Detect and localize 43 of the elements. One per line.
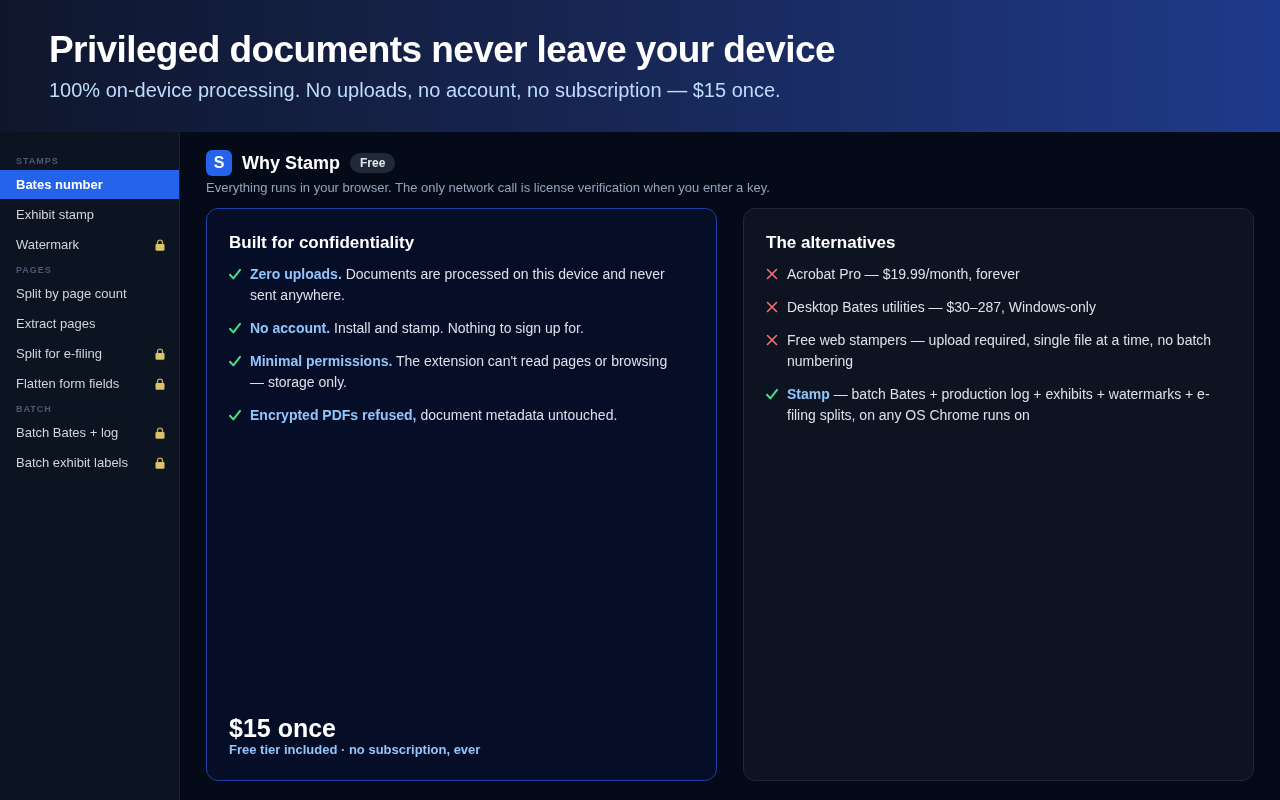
plan-badge: Free bbox=[350, 153, 396, 173]
app-logo: S bbox=[206, 150, 232, 176]
hero-title: Privileged documents never leave your device bbox=[49, 28, 835, 72]
padlock-icon bbox=[155, 347, 165, 360]
price-text: $15 once bbox=[229, 714, 336, 742]
card-title: The alternatives bbox=[766, 232, 897, 254]
sidebar-item[interactable]: Flatten form fields bbox=[0, 369, 179, 398]
list-item-text: Acrobat Pro — $19.99/month, forever bbox=[787, 265, 1020, 284]
sidebar-section-label: PAGES bbox=[15, 264, 53, 277]
check-icon bbox=[229, 409, 241, 421]
cross-icon bbox=[766, 301, 778, 313]
padlock-icon bbox=[155, 456, 165, 469]
sidebar-item[interactable]: Batch Bates + log bbox=[0, 418, 179, 447]
cross-icon bbox=[766, 268, 778, 280]
check-icon bbox=[766, 388, 778, 400]
check-icon bbox=[229, 322, 241, 334]
list-item-text: Stamp — batch Bates + production log + exhibits + watermarks + e-filing splits, on any OS Chrome runs on bbox=[787, 385, 1211, 425]
sidebar-section-label: BATCH bbox=[15, 403, 53, 416]
list-item-text: Minimal permissions. The extension can't read pages or browsing — storage only. bbox=[250, 352, 669, 392]
list-item-text: Free web stampers — upload required, single file at a time, no batch numbering bbox=[787, 331, 1213, 371]
sidebar-item[interactable]: Split for e-filing bbox=[0, 339, 179, 368]
section-title: Why Stamp bbox=[242, 152, 340, 174]
check-icon bbox=[229, 268, 241, 280]
section-description: Everything runs in your browser. The only network call is license verification when you enter a key. bbox=[206, 180, 771, 196]
sidebar-section-label: STAMPS bbox=[15, 155, 60, 168]
sidebar-item[interactable]: Batch exhibit labels bbox=[0, 448, 179, 477]
list-item-text: Zero uploads. Documents are processed on this device and never sent anywhere. bbox=[250, 265, 666, 305]
padlock-icon bbox=[155, 426, 165, 439]
card-title: Built for confidentiality bbox=[229, 232, 416, 254]
sidebar-item[interactable]: Bates number bbox=[0, 170, 179, 199]
sidebar-item[interactable]: Split by page count bbox=[0, 279, 179, 308]
price-note: Free tier included · no subscription, ever bbox=[229, 742, 481, 758]
sidebar-item[interactable]: Exhibit stamp bbox=[0, 200, 179, 229]
check-icon bbox=[229, 355, 241, 367]
sidebar-item[interactable]: Watermark bbox=[0, 230, 179, 259]
hero-subtitle: 100% on-device processing. No uploads, no account, no subscription — $15 once. bbox=[49, 78, 781, 102]
list-item-text: No account. Install and stamp. Nothing to sign up for. bbox=[250, 319, 584, 338]
padlock-icon bbox=[155, 238, 165, 251]
list-item-text: Desktop Bates utilities — $30–287, Windows-only bbox=[787, 298, 1096, 317]
cross-icon bbox=[766, 334, 778, 346]
padlock-icon bbox=[155, 377, 165, 390]
sidebar-item[interactable]: Extract pages bbox=[0, 309, 179, 338]
list-item-text: Encrypted PDFs refused, document metadata untouched. bbox=[250, 406, 618, 425]
